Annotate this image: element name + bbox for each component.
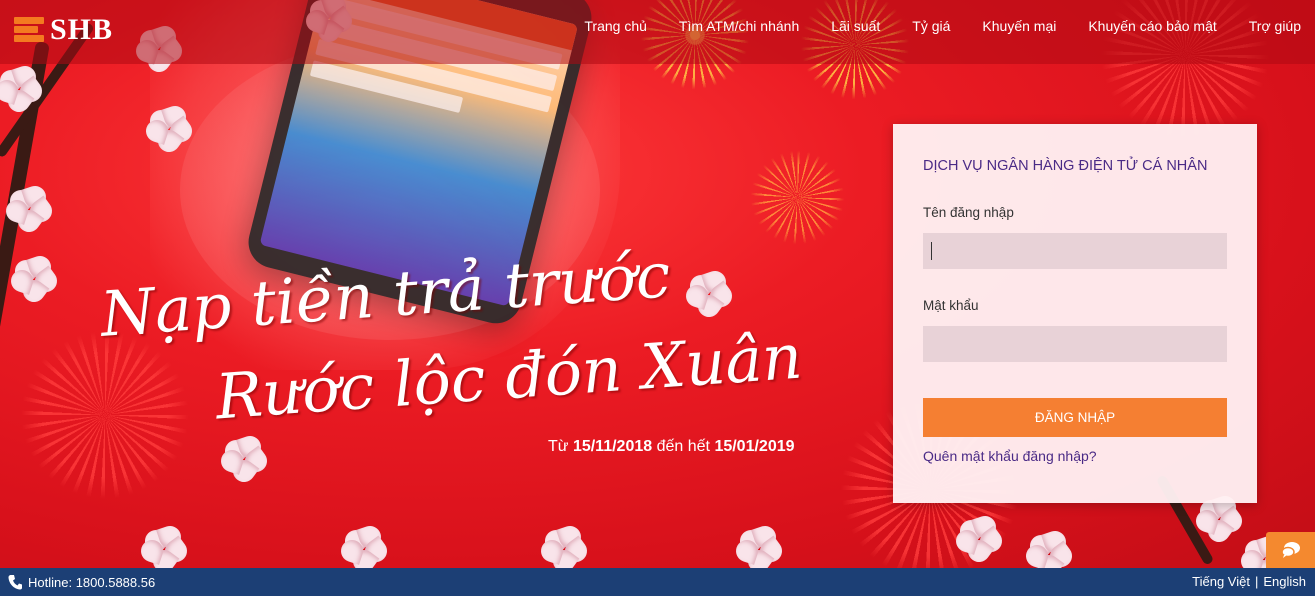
nav-home[interactable]: Trang chủ bbox=[584, 18, 647, 34]
lang-english-link[interactable]: English bbox=[1263, 574, 1306, 589]
shb-logo[interactable]: SHB bbox=[14, 12, 113, 48]
promo-date-start: 15/11/2018 bbox=[572, 438, 653, 455]
firework-decoration bbox=[750, 150, 845, 245]
nav-find-atm[interactable]: Tìm ATM/chi nhánh bbox=[679, 18, 799, 34]
login-panel-title: DỊCH VỤ NGÂN HÀNG ĐIỆN TỬ CÁ NHÂN bbox=[923, 158, 1208, 174]
nav-security-advice[interactable]: Khuyến cáo bảo mật bbox=[1088, 18, 1216, 34]
forgot-password-link[interactable]: Quên mật khẩu đăng nhập? bbox=[923, 448, 1097, 464]
promo-date-middle: đến hết bbox=[656, 438, 710, 455]
hotline-text: Hotline: 1800.5888.56 bbox=[28, 574, 156, 590]
nav-help[interactable]: Trợ giúp bbox=[1249, 18, 1301, 34]
password-label: Mật khẩu bbox=[923, 298, 979, 313]
login-button[interactable]: ĐĂNG NHẬP bbox=[923, 398, 1227, 437]
lang-separator: | bbox=[1254, 574, 1259, 589]
promo-date-end: 15/01/2019 bbox=[714, 438, 795, 455]
promo-date-range: Từ 15/11/2018 đến hết 15/01/2019 bbox=[548, 438, 795, 456]
chat-button[interactable] bbox=[1266, 532, 1315, 568]
hotline[interactable]: Hotline: 1800.5888.56 bbox=[8, 574, 155, 590]
nav-promotions[interactable]: Khuyến mại bbox=[982, 18, 1056, 34]
chat-bubble-icon bbox=[1280, 542, 1300, 558]
main-nav: Trang chủ Tìm ATM/chi nhánh Lãi suất Tỷ … bbox=[552, 18, 1301, 34]
phone-icon bbox=[8, 575, 22, 590]
nav-interest-rates[interactable]: Lãi suất bbox=[831, 18, 880, 34]
username-label: Tên đăng nhập bbox=[923, 205, 1014, 220]
firework-decoration bbox=[20, 330, 190, 500]
language-switcher: Tiếng Việt | English bbox=[1192, 574, 1306, 589]
text-cursor bbox=[931, 242, 932, 260]
shb-logo-mark-icon bbox=[14, 15, 44, 45]
password-input[interactable] bbox=[923, 326, 1227, 362]
footer-bar: Hotline: 1800.5888.56 Tiếng Việt | English bbox=[0, 568, 1315, 596]
top-navbar: SHB Trang chủ Tìm ATM/chi nhánh Lãi suất… bbox=[0, 0, 1315, 64]
username-input[interactable] bbox=[923, 233, 1227, 269]
lang-vietnamese-link[interactable]: Tiếng Việt bbox=[1192, 574, 1250, 589]
login-panel: DỊCH VỤ NGÂN HÀNG ĐIỆN TỬ CÁ NHÂN Tên đă… bbox=[893, 124, 1257, 503]
promo-date-prefix: Từ bbox=[548, 438, 569, 455]
nav-exchange-rates[interactable]: Tỷ giá bbox=[912, 18, 950, 34]
shb-logo-text: SHB bbox=[50, 13, 114, 46]
